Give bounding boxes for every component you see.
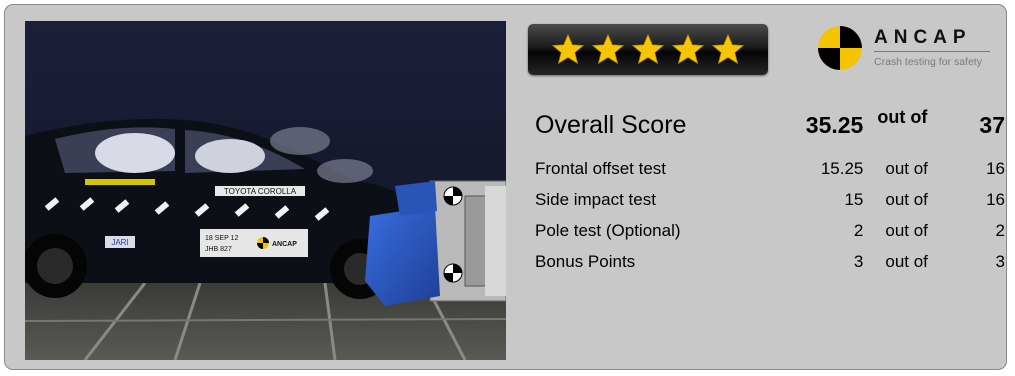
test-out-of: out of bbox=[885, 220, 928, 240]
overall-score-label: Overall Score bbox=[535, 110, 687, 139]
overall-score-row: Overall Score 35.25 out of 37 bbox=[535, 103, 1005, 147]
test-row-bonus: Bonus Points 3 out of 3 bbox=[535, 246, 1005, 277]
test-label: Side impact test bbox=[535, 189, 656, 209]
overall-score-max: 37 bbox=[979, 111, 1005, 138]
test-out-of: out of bbox=[885, 158, 928, 178]
overall-score-out-of: out of bbox=[877, 107, 928, 127]
score-table: Overall Score 35.25 out of 37 Frontal of… bbox=[535, 103, 1005, 277]
logo-divider bbox=[874, 51, 990, 52]
test-label: Pole test (Optional) bbox=[535, 220, 681, 240]
test-label: Bonus Points bbox=[535, 251, 636, 271]
crash-test-result-panel: TOYOTA COROLLA 18 SEP 12 JHB 827 ANCAP J… bbox=[4, 4, 1007, 370]
crash-test-photo: TOYOTA COROLLA 18 SEP 12 JHB 827 ANCAP J… bbox=[25, 21, 506, 360]
ancap-logo-icon bbox=[818, 26, 862, 70]
test-row-pole: Pole test (Optional) 2 out of 2 bbox=[535, 215, 1005, 246]
ancap-logo-tagline: Crash testing for safety bbox=[874, 56, 982, 68]
test-max: 16 bbox=[986, 158, 1005, 178]
test-max: 2 bbox=[995, 220, 1005, 240]
test-value: 15.25 bbox=[820, 158, 864, 178]
test-value: 2 bbox=[853, 220, 864, 240]
star-icon bbox=[711, 33, 745, 66]
star-icon bbox=[671, 33, 705, 66]
target-marker bbox=[443, 186, 463, 206]
star-icon bbox=[631, 33, 665, 66]
car-badge-text: TOYOTA COROLLA bbox=[224, 187, 297, 196]
test-row-frontal: Frontal offset test 15.25 out of 16 bbox=[535, 153, 1005, 184]
star-icon bbox=[551, 33, 585, 66]
crash-photo-illustration: TOYOTA COROLLA 18 SEP 12 JHB 827 ANCAP J… bbox=[25, 21, 506, 360]
ancap-logo-wordmark: ANCAP bbox=[874, 27, 972, 48]
test-value: 3 bbox=[853, 251, 864, 271]
door-logo-text: JARI bbox=[111, 238, 128, 247]
test-max: 3 bbox=[995, 251, 1005, 271]
test-out-of: out of bbox=[885, 189, 928, 209]
test-label: Frontal offset test bbox=[535, 158, 667, 178]
test-value: 15 bbox=[844, 189, 864, 209]
ancap-logo: ANCAP Crash testing for safety bbox=[817, 25, 992, 75]
target-marker bbox=[443, 263, 463, 283]
star-rating bbox=[528, 24, 768, 75]
plate-code-text: JHB 827 bbox=[205, 246, 232, 253]
test-max: 16 bbox=[986, 189, 1005, 209]
plate-logo-text: ANCAP bbox=[272, 241, 297, 248]
date-plate-text: 18 SEP 12 bbox=[205, 235, 238, 242]
star-icon bbox=[591, 33, 625, 66]
test-out-of: out of bbox=[885, 251, 928, 271]
overall-score-value: 35.25 bbox=[805, 111, 864, 138]
test-row-side: Side impact test 15 out of 16 bbox=[535, 184, 1005, 215]
